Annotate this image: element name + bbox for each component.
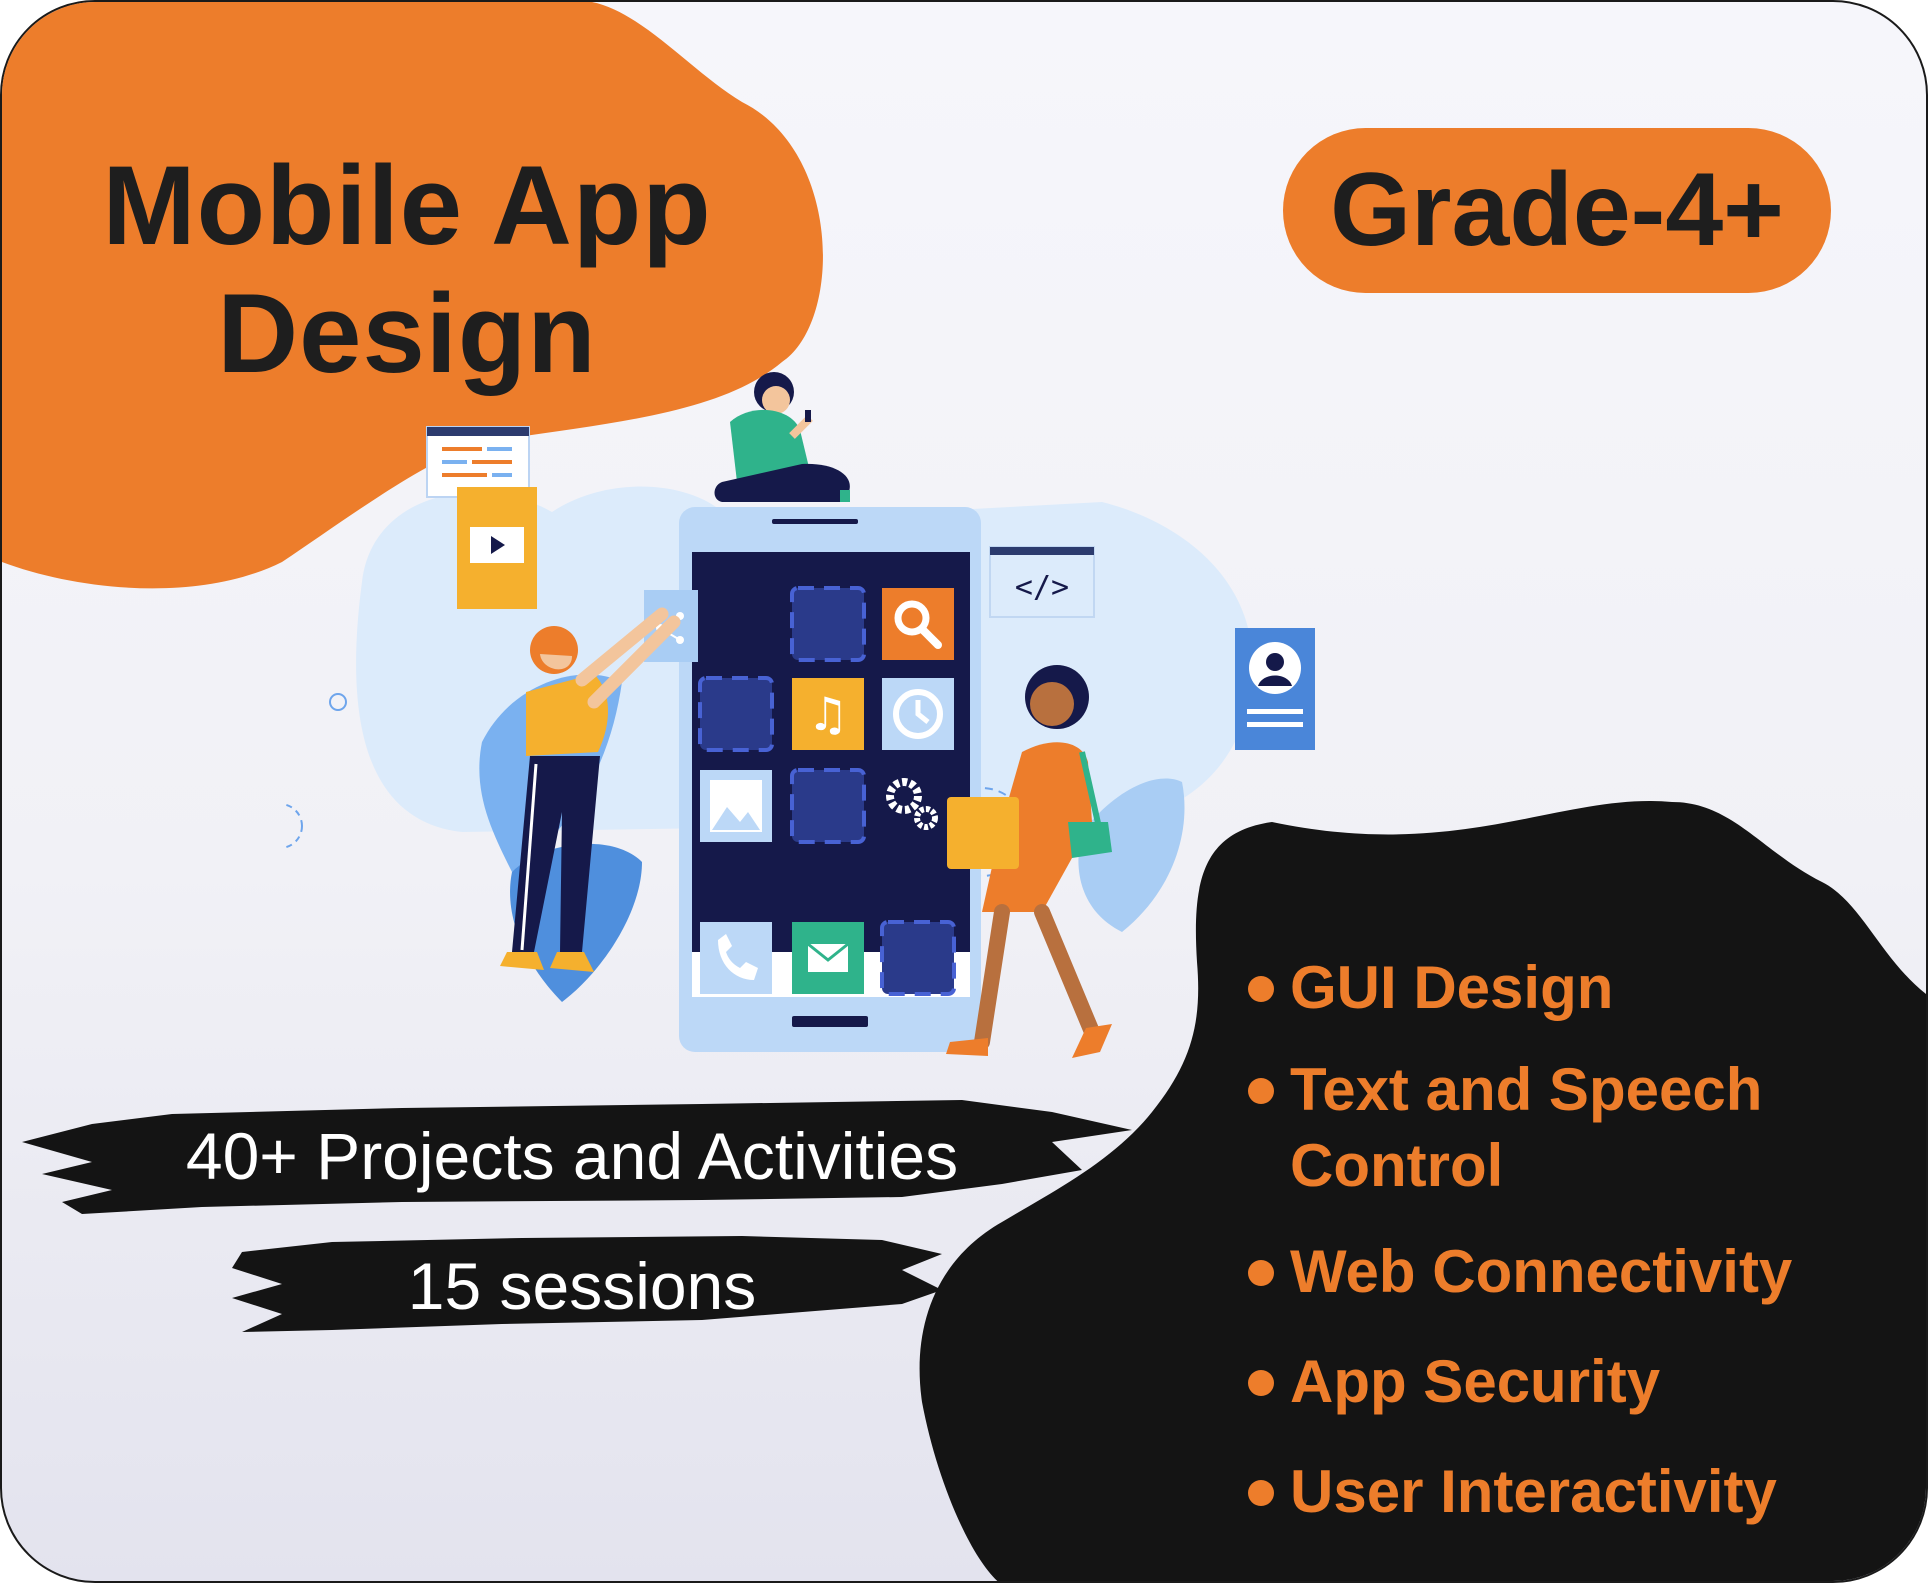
- promo-card: Mobile App Design Grade-4+ </> ♫ 40+ Pro…: [0, 0, 1928, 1583]
- feature-item: GUI Design: [1242, 950, 1792, 1026]
- bullet-icon: [1248, 1260, 1274, 1286]
- feature-label-continued: Control: [1290, 1132, 1504, 1199]
- bullet-icon: [1248, 1480, 1274, 1506]
- sessions-count-label: 15 sessions: [407, 1249, 757, 1323]
- feature-item: Text and Speech Control: [1242, 1052, 1792, 1204]
- app-placeholder: [880, 920, 956, 996]
- feature-label: Text and Speech: [1290, 1056, 1763, 1123]
- svg-text:</>: </>: [1015, 570, 1069, 605]
- app-placeholder: [698, 676, 774, 752]
- feature-label: User Interactivity: [1290, 1458, 1777, 1525]
- person-sitting: [714, 372, 850, 502]
- mobile-app-illustration: </> ♫: [282, 372, 1315, 1058]
- search-icon: [882, 588, 954, 660]
- mail-icon: [792, 922, 864, 994]
- bullet-icon: [1248, 1370, 1274, 1396]
- feature-label: Web Connectivity: [1290, 1238, 1793, 1305]
- grade-badge: Grade-4+: [1283, 128, 1831, 293]
- bullet-icon: [1248, 976, 1274, 1002]
- image-icon: [700, 770, 772, 842]
- feature-item: Web Connectivity: [1242, 1234, 1792, 1310]
- phone: ♫: [679, 507, 981, 1052]
- ring: [282, 803, 303, 849]
- app-placeholder: [790, 768, 866, 844]
- music-icon: ♫: [792, 678, 864, 750]
- bullet-icon: [1248, 1078, 1274, 1104]
- play-icon: [457, 487, 537, 609]
- feature-list: GUI Design Text and Speech Control Web C…: [1242, 950, 1792, 1530]
- app-placeholder: [790, 586, 866, 662]
- projects-count-label: 40+ Projects and Activities: [185, 1119, 959, 1193]
- ring: [329, 693, 347, 711]
- course-title-line1: Mobile App: [102, 143, 712, 268]
- feature-label: GUI Design: [1290, 954, 1614, 1021]
- profile-card-icon: [1235, 628, 1315, 750]
- feature-label: App Security: [1290, 1348, 1661, 1415]
- clock-icon: [882, 678, 954, 750]
- svg-text:♫: ♫: [807, 687, 848, 741]
- phone-call-icon: [700, 922, 772, 994]
- code-icon: </>: [989, 546, 1095, 618]
- feature-item: User Interactivity: [1242, 1454, 1792, 1530]
- feature-item: App Security: [1242, 1344, 1792, 1420]
- code-window-icon: [426, 426, 530, 498]
